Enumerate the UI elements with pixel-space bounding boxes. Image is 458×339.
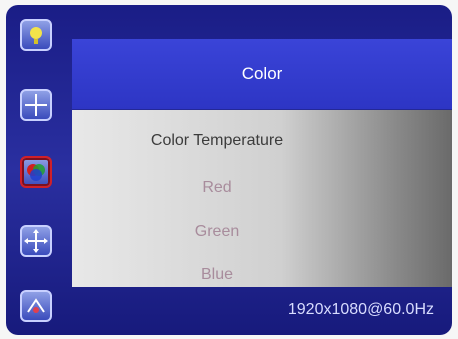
osd-window: Color Color Temperature Red Green Blue 1… bbox=[6, 5, 452, 335]
resolution-status: 1920x1080@60.0Hz bbox=[287, 301, 434, 318]
menu-item-green[interactable]: Green bbox=[72, 223, 362, 241]
brightness-icon[interactable] bbox=[20, 19, 52, 51]
menu-title-label: Color bbox=[241, 64, 283, 83]
image-setup-icon[interactable] bbox=[20, 225, 52, 257]
menu-item-red[interactable]: Red bbox=[72, 179, 362, 197]
position-icon[interactable] bbox=[20, 89, 52, 121]
color-icon[interactable] bbox=[20, 156, 52, 188]
input-source-icon[interactable] bbox=[20, 290, 52, 322]
osd-sidebar bbox=[6, 5, 72, 335]
menu-title: Color bbox=[72, 39, 452, 109]
menu-item-color-temperature[interactable]: Color Temperature bbox=[72, 132, 362, 150]
menu-item-blue[interactable]: Blue bbox=[72, 266, 362, 284]
submenu-panel: Color Temperature Red Green Blue bbox=[72, 110, 452, 287]
